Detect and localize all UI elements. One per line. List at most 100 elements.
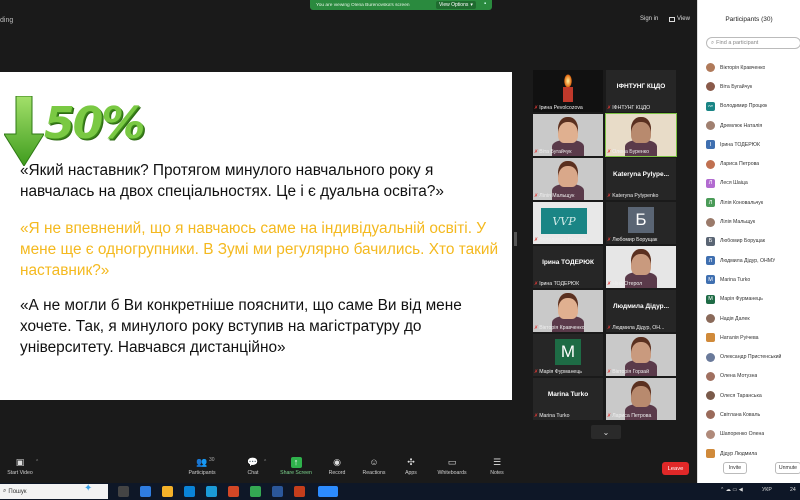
video-tile[interactable]: ✗ Віта Бугайчук [533, 114, 603, 156]
mic-muted-icon: ✗ [607, 237, 612, 243]
tile-name-label: ✗ Вікторія Горзай [607, 369, 649, 375]
browser-icon[interactable] [206, 486, 217, 497]
tile-name-text: Marina Turko [539, 413, 570, 419]
edge-icon[interactable] [140, 486, 151, 497]
participant-row[interactable]: Дідур Людмила [706, 444, 800, 463]
avatar: Л [706, 256, 715, 266]
participant-row[interactable]: Олеся Таранська [706, 386, 800, 405]
person-photo [631, 117, 651, 143]
split-resize-handle[interactable] [514, 232, 517, 246]
banner-close-icon[interactable]: ▪ [484, 1, 486, 7]
tile-name-label: ✗ Володимир Процюк [534, 237, 587, 243]
participant-row[interactable]: Наталія Руічева [706, 328, 800, 347]
video-tile[interactable]: VVP ✗ Володимир Процюк [533, 202, 603, 244]
record-button[interactable]: ◉ Record [317, 457, 357, 476]
tile-name-label: ✗ Людмила Дідур, ОН... [607, 325, 664, 331]
video-tile[interactable]: ✗ Ніна Отерол [606, 246, 676, 288]
language-indicator[interactable]: УКР [762, 487, 772, 493]
participant-row[interactable]: Б Любомир Борущак [706, 232, 800, 251]
leave-button[interactable]: Leave [662, 462, 689, 475]
participant-row[interactable]: Лілія Мальщук [706, 212, 800, 231]
participants-button[interactable]: 👥 Participants [182, 457, 222, 476]
video-tile[interactable]: Ірина ТОДЕРЮК ✗ Ірина ТОДЕРЮК [533, 246, 603, 288]
down-arrow-icon [4, 96, 44, 166]
video-tile[interactable]: ІФНТУНГ КЦДО ✗ ІФНТУНГ КЦДО [606, 70, 676, 112]
tile-name-label: ✗ Kateryna Pylypenko [607, 193, 658, 199]
view-options-label: View Options [439, 2, 469, 8]
invite-button[interactable]: Invite [723, 462, 747, 474]
view-options-button[interactable]: View Options ▾ [436, 1, 476, 9]
participant-row[interactable]: VVP Володимир Процюк [706, 97, 800, 116]
video-tile[interactable]: ✗ Лариса Петрова [606, 378, 676, 420]
participant-name: Дремлюк Наталія [720, 122, 763, 129]
video-tile[interactable]: ✗ Вікторія Горзай [606, 334, 676, 376]
participant-search-input[interactable]: ⌕ Find a participant [706, 37, 800, 49]
unmute-button[interactable]: Unmute [775, 462, 800, 474]
video-tile[interactable]: ✗ Олена Буренко [605, 113, 677, 157]
participant-row[interactable]: Світлана Коваль [706, 405, 800, 424]
participant-row[interactable]: І Ірина ТОДЕРЮК [706, 135, 800, 154]
participant-row[interactable]: Дремлюк Наталія [706, 116, 800, 135]
tray-icons[interactable]: ⌃ ☁ ▭ ◀ [720, 487, 743, 493]
view-button[interactable]: View [669, 16, 690, 22]
start-video-button[interactable]: ▣ Start Video [0, 457, 40, 476]
video-tile[interactable]: Б ✗ Любомир Борущак [606, 202, 676, 244]
participant-name: Надія Далек [720, 315, 750, 322]
tile-name-text: Лілія Мальщук [539, 193, 575, 199]
share-screen-icon: ↑ [290, 457, 302, 468]
participant-name: Вікторія Кравченко [720, 64, 766, 71]
participant-row[interactable]: Л Леся Шаіца [706, 174, 800, 193]
video-tile[interactable]: М ✗ Марія Фурманець [533, 334, 603, 376]
panel-title: Participants (30) [725, 16, 773, 23]
participant-row[interactable]: Л Людмила Дідур, ОНМУ [706, 251, 800, 270]
mic-muted-icon: ✗ [534, 281, 539, 287]
reactions-button[interactable]: ☺ Reactions [354, 457, 394, 476]
participant-row[interactable]: Олександр Пристенський [706, 347, 800, 366]
gallery-next-page-button[interactable]: ⌄ [591, 425, 621, 439]
mic-muted-icon: ✗ [534, 105, 539, 111]
participant-row[interactable]: Вікторія Кравченко [706, 58, 800, 77]
participant-row[interactable]: Віта Бугайчук [706, 77, 800, 96]
video-tile[interactable]: Людмила Дідур... ✗ Людмила Дідур, ОН... [606, 290, 676, 332]
video-tile[interactable]: ✗ Ірина Реvolcozova [533, 70, 603, 112]
mic-muted-icon: ✗ [534, 413, 539, 419]
participant-row[interactable]: Л Лілія Коновальчук [706, 193, 800, 212]
vvp-logo: VVP [541, 208, 587, 234]
tile-name-text: Ірина ТОДЕРЮК [539, 281, 580, 287]
word-icon[interactable] [272, 486, 283, 497]
video-tile[interactable]: ✗ Вікторія Кравченко [533, 290, 603, 332]
participant-row[interactable]: Олена Мотузна [706, 367, 800, 386]
whiteboards-button[interactable]: ▭ Whiteboards [432, 457, 472, 476]
clock[interactable]: 24 [790, 487, 796, 493]
share-screen-button[interactable]: ↑ Share Screen [276, 457, 316, 476]
record-icon: ◉ [333, 457, 341, 467]
top-bar: ding You are viewing Olena Burenovska's … [0, 0, 697, 28]
participant-row[interactable]: M Marina Turko [706, 270, 800, 289]
task-view-icon[interactable] [118, 486, 129, 497]
sign-in-button[interactable]: Sign in [640, 16, 658, 22]
zoom-app-icon[interactable] [318, 486, 338, 497]
video-tile[interactable]: Marina Turko ✗ Marina Turko [533, 378, 603, 420]
tile-name-text: Ірина Реvolcozova [539, 105, 583, 111]
tile-name-label: ✗ Лариса Петрова [607, 413, 651, 419]
search-icon: ⌕ [3, 488, 7, 494]
participant-name: Любомир Борущак [720, 238, 766, 245]
chrome-icon[interactable] [250, 486, 261, 497]
chevron-down-icon: ▾ [470, 2, 473, 8]
video-tile[interactable]: Kateryna Pylype... ✗ Kateryna Pylypenko [606, 158, 676, 200]
video-tile[interactable]: ✗ Лілія Мальщук [533, 158, 603, 200]
video-options-caret[interactable]: ⌃ [35, 459, 39, 465]
store-icon[interactable] [184, 486, 195, 497]
file-explorer-icon[interactable] [162, 486, 173, 497]
participant-row[interactable]: М Марія Фурманець [706, 290, 800, 309]
apps-button[interactable]: ✣ Apps [391, 457, 431, 476]
participant-row[interactable]: Шапоренко Олена [706, 425, 800, 444]
participant-row[interactable]: Лариса Петрова [706, 154, 800, 173]
notes-button[interactable]: ☰ Notes [477, 457, 517, 476]
office-icon[interactable] [228, 486, 239, 497]
chat-options-caret[interactable]: ⌃ [263, 459, 267, 465]
person-photo [558, 161, 578, 187]
participant-row[interactable]: Надія Далек [706, 309, 800, 328]
person-photo [631, 381, 651, 407]
powerpoint-icon[interactable] [294, 486, 305, 497]
